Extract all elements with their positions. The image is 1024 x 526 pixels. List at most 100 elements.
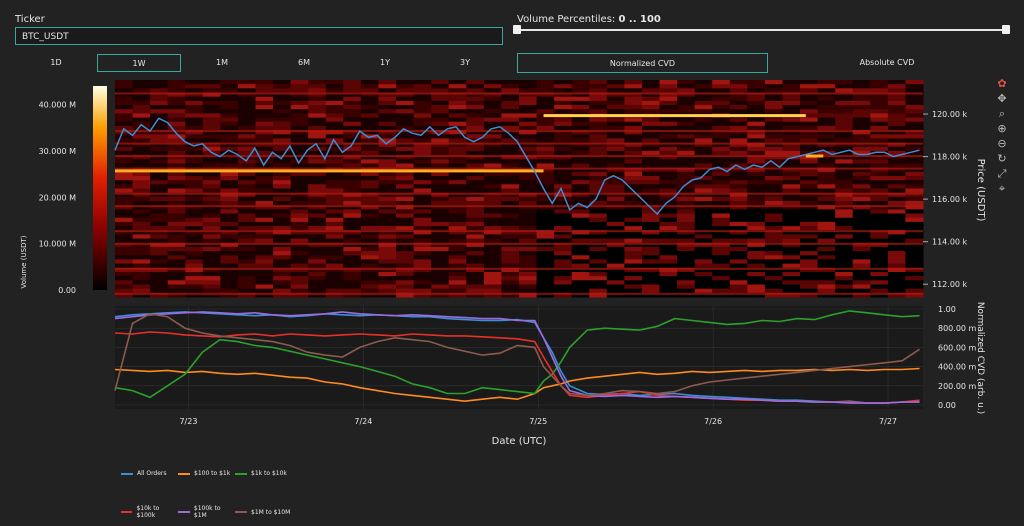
heatmap-cell [308,226,327,231]
tab-1w[interactable]: 1W [97,54,181,72]
heatmap-cell [835,105,854,110]
heatmap-cell [712,226,731,231]
heatmap-cell [712,134,731,139]
heatmap-cell [185,284,204,290]
heatmap-cell [132,272,151,277]
volume-slider-high-handle[interactable] [1002,25,1010,34]
tab-3y[interactable]: 3Y [425,54,505,72]
heatmap-cell [501,259,520,265]
heatmap-cell [747,288,766,294]
heatmap-cell [800,246,819,252]
legend-item[interactable]: All Orders [121,470,178,477]
heatmap-cell [712,138,731,144]
heatmap-cell [852,280,871,285]
heatmap-cell [606,150,625,156]
heatmap-cell [800,117,819,123]
heatmap-cell [817,138,836,144]
heatmap-cell [519,109,538,114]
heatmap-cell [290,134,309,139]
heatmap-cell [536,84,555,89]
heatmap-cell [343,163,362,169]
heatmap-cell [290,246,309,252]
heatmap-cell [308,246,327,252]
heatmap-cell [764,284,783,290]
heatmap-cell [167,100,186,106]
heatmap-cell [800,280,819,285]
heatmap-cell [238,96,257,102]
cvd-axis-title: Normalized CVD (arb. u.) [975,302,985,414]
heatmap-cell [501,171,520,177]
heatmap-cell [167,226,186,231]
legend-item[interactable]: $1k to $10k [235,470,292,477]
heatmap-cell [536,246,555,252]
heatmap-cell [747,96,766,102]
legend-item[interactable]: $1M to $10M [235,505,292,519]
heatmap-cell [396,226,415,231]
heatmap-cell [659,288,678,294]
heatmap-cell [115,263,134,269]
heatmap-cell [870,171,889,177]
heatmap-cell [800,138,819,144]
heatmap-cell [431,251,450,256]
heatmap-cell [396,150,415,156]
heatmap-cell [501,109,520,114]
heatmap-cell [835,217,854,223]
heatmap-cell [782,163,801,169]
ticker-input[interactable]: BTC_USDT [15,27,503,45]
heatmap-cell [887,238,906,244]
heatmap-cell [273,176,292,181]
tab-1m[interactable]: 1M [181,54,263,72]
heatmap-cell [413,150,432,156]
heatmap-cell [659,209,678,215]
legend-item[interactable]: $100 to $1k [178,470,235,477]
heatmap-cell [782,188,801,194]
heatmap-cell [887,113,906,119]
heatmap-cell [325,184,344,189]
heatmap-cell [202,96,221,102]
normalized-cvd-button[interactable]: Normalized CVD [517,53,768,73]
heatmap-cell [413,234,432,240]
heatmap-cell [483,113,502,119]
heatmap-cell [817,234,836,240]
heatmap-cell [448,209,467,215]
heatmap-cell [238,280,257,285]
heatmap-cell [343,246,362,252]
heatmap-cell [712,150,731,156]
heatmap-cell [589,171,608,177]
heatmap-cell [483,150,502,156]
heatmap-cell [466,125,485,131]
heatmap-cell [273,209,292,215]
heatmap-cell [835,238,854,244]
heatmap-cell [764,88,783,93]
tab-1y[interactable]: 1Y [345,54,425,72]
legend-item[interactable]: $10k to $100k [121,505,178,519]
heatmap-cell [712,171,731,177]
heatmap-cell [185,226,204,231]
heatmap-cell [132,276,151,281]
heatmap-cell [132,213,151,219]
heatmap-cell [606,100,625,106]
heatmap-cells [115,80,924,298]
tab-1d[interactable]: 1D [15,54,97,72]
heatmap-cell [431,117,450,123]
absolute-cvd-button[interactable]: Absolute CVD [768,53,1006,73]
heatmap-cell [536,138,555,144]
volume-slider-low-handle[interactable] [513,25,521,34]
heatmap-cell [694,213,713,219]
heatmap-cell [167,96,186,102]
heatmap-cell [905,221,924,227]
heatmap-cell [870,213,889,219]
heatmap-cell [466,176,485,181]
heatmap-cell [659,176,678,181]
heatmap-cell [642,284,661,290]
volume-slider-track[interactable] [517,29,1007,31]
heatmap-cell [817,221,836,227]
legend-item[interactable]: $100k to $1M [178,505,235,519]
heatmap-cell [185,188,204,194]
tab-6m[interactable]: 6M [263,54,345,72]
heatmap-cell [220,84,239,89]
liquidity-level-bright [115,169,544,173]
heatmap-cell [448,105,467,110]
heatmap-cell [115,188,134,194]
heatmap-cell [606,221,625,227]
